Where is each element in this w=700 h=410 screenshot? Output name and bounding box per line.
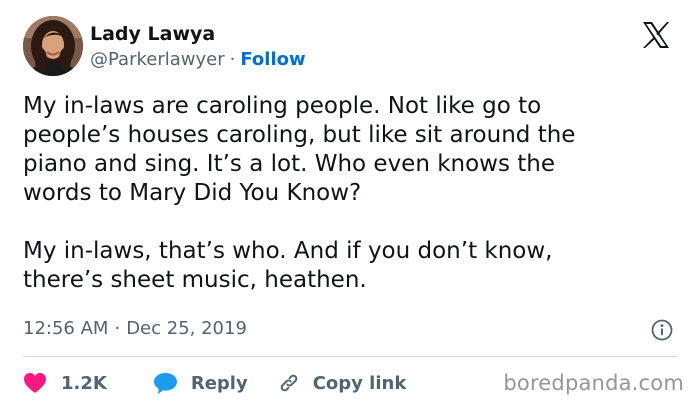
like-button[interactable]: 1.2K	[23, 372, 107, 394]
follow-button[interactable]: Follow	[240, 49, 305, 70]
author-handle[interactable]: @Parkerlawyer	[90, 49, 225, 70]
handle-separator: ·	[229, 49, 236, 70]
tweet-actions: 1.2K Reply Copy link	[23, 370, 406, 396]
watermark: boredpanda.com	[503, 371, 684, 395]
tweet-text: My in-laws are caroling people. Not like…	[23, 92, 688, 295]
tweet-date: Dec 25, 2019	[126, 318, 247, 339]
info-icon[interactable]	[651, 319, 673, 341]
copy-link-label: Copy link	[312, 372, 407, 394]
author-name[interactable]: Lady Lawya	[90, 22, 215, 46]
author-handle-row: @Parkerlawyer · Follow	[90, 48, 306, 72]
tweet-time: 12:56 AM	[23, 318, 109, 339]
tweet-paragraph: My in-laws, that’s who. And if you don’t…	[23, 238, 553, 293]
reply-button[interactable]: Reply	[153, 372, 248, 395]
like-count: 1.2K	[61, 372, 107, 394]
reply-label: Reply	[190, 372, 248, 394]
heart-icon	[24, 373, 46, 393]
divider	[23, 356, 678, 357]
x-logo-icon[interactable]	[641, 20, 671, 50]
link-icon	[280, 374, 297, 392]
meta-separator: ·	[114, 318, 121, 339]
tweet-timestamp[interactable]: 12:56 AM · Dec 25, 2019	[23, 317, 247, 341]
tweet-paragraph: My in-laws are caroling people. Not like…	[23, 93, 576, 206]
copy-link-button[interactable]: Copy link	[278, 372, 407, 394]
avatar[interactable]	[23, 16, 83, 76]
reply-bubble-icon	[153, 372, 177, 394]
profile-photo-icon	[23, 16, 83, 76]
